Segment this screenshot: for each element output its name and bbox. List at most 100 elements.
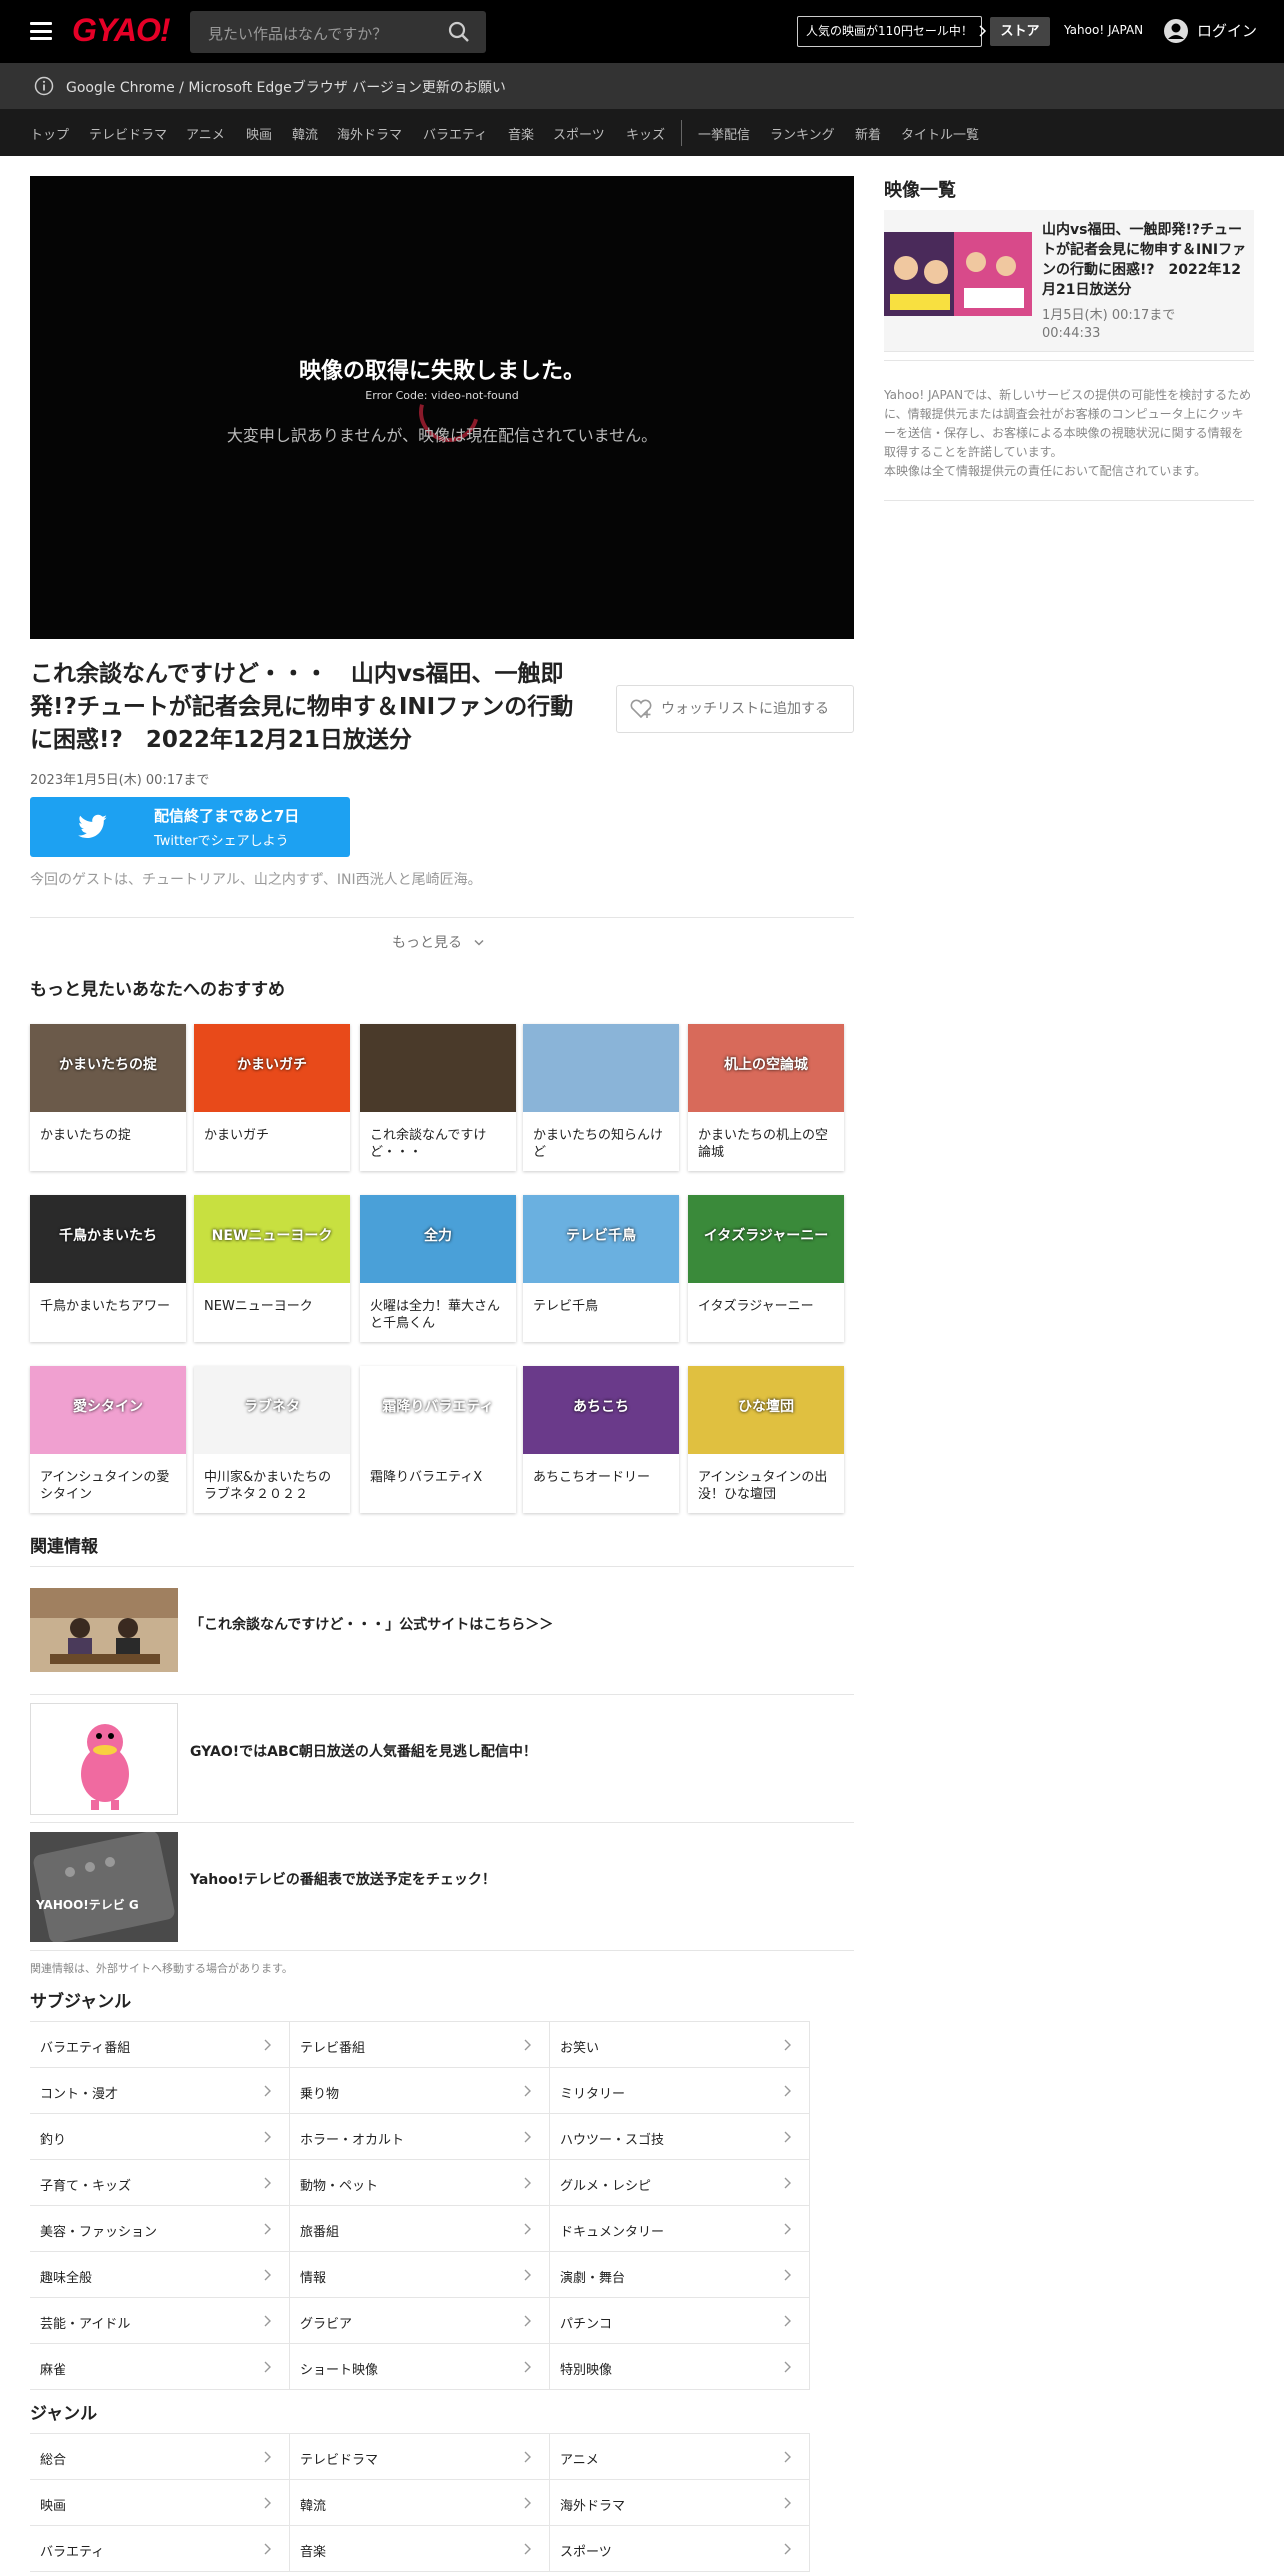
genre-link[interactable]: 映画	[30, 2480, 290, 2526]
subgenre-link[interactable]: ハウツー・スゴ技	[550, 2114, 810, 2160]
genre-link[interactable]: 海外ドラマ	[550, 2480, 810, 2526]
nav-anime[interactable]: アニメ	[186, 124, 225, 143]
chevron-right-icon	[524, 2131, 531, 2143]
search-input[interactable]: 見たい作品はなんですか？	[208, 23, 387, 44]
nav-music[interactable]: 音楽	[508, 124, 534, 143]
nav-top[interactable]: トップ	[30, 124, 69, 143]
store-button[interactable]: ストア	[990, 17, 1050, 46]
subgenre-link[interactable]: お笑い	[550, 2022, 810, 2068]
recommend-card[interactable]: かまいガチ かまいガチ	[194, 1024, 350, 1171]
recommend-card[interactable]: かまいたちの掟 かまいたちの掟	[30, 1024, 186, 1171]
genre-link[interactable]: テレビドラマ	[290, 2434, 550, 2480]
recommend-card[interactable]: 机上の空論城 かまいたちの机上の空論城	[688, 1024, 844, 1171]
chevron-right-icon	[524, 2085, 531, 2097]
subgenre-link[interactable]: 演劇・舞台	[550, 2252, 810, 2298]
yahoo-japan-link[interactable]: Yahoo! JAPAN	[1064, 23, 1143, 37]
recommend-card[interactable]: テレビ千鳥 テレビ千鳥	[523, 1195, 679, 1342]
recommend-thumb-text: テレビ千鳥	[566, 1228, 636, 1244]
genre-link[interactable]: 音楽	[290, 2526, 550, 2572]
related-thumb[interactable]	[30, 1588, 178, 1672]
subgenre-link[interactable]: ショート映像	[290, 2344, 550, 2390]
nav-binge[interactable]: 一挙配信	[698, 124, 750, 143]
subgenre-link[interactable]: 旅番組	[290, 2206, 550, 2252]
nav-sports[interactable]: スポーツ	[553, 124, 605, 143]
nav-tv-drama[interactable]: テレビドラマ	[89, 124, 167, 143]
recommend-thumb-text: ひな壇団	[738, 1399, 794, 1415]
search-box[interactable]: 見たい作品はなんですか？	[190, 11, 486, 53]
subgenre-link[interactable]: 美容・ファッション	[30, 2206, 290, 2252]
nav-overseas-drama[interactable]: 海外ドラマ	[337, 124, 402, 143]
subgenre-link[interactable]: パチンコ	[550, 2298, 810, 2344]
nav-new[interactable]: 新着	[855, 124, 881, 143]
subgenre-link[interactable]: ホラー・オカルト	[290, 2114, 550, 2160]
subgenre-link[interactable]: 動物・ペット	[290, 2160, 550, 2206]
recommend-card[interactable]: あちこち あちこちオードリー	[523, 1366, 679, 1513]
subgenre-link[interactable]: 趣味全般	[30, 2252, 290, 2298]
recommend-card[interactable]: これ余談なんですけど・・・	[360, 1024, 516, 1171]
sale-banner-link[interactable]: 人気の映画が110円セール中！	[797, 16, 982, 47]
nav-title-list[interactable]: タイトル一覧	[901, 124, 979, 143]
related-yahoo-tv-link[interactable]: Yahoo!テレビの番組表で放送予定をチェック！	[190, 1869, 496, 1889]
genre-link[interactable]: バラエティ	[30, 2526, 290, 2572]
add-watchlist-button[interactable]: ウォッチリストに追加する	[616, 685, 854, 733]
genre-link-label: アニメ	[560, 2453, 599, 2468]
recommend-card[interactable]: 全力 火曜は全力！華大さんと千鳥くん	[360, 1195, 516, 1342]
genre-row: バラエティ 音楽 スポーツ	[30, 2526, 810, 2572]
subgenre-link[interactable]: 麻雀	[30, 2344, 290, 2390]
recommend-card[interactable]: 愛シタイン アインシュタインの愛シタイン	[30, 1366, 186, 1513]
nav-kids[interactable]: キッズ	[626, 124, 665, 143]
episode-thumbnail-icon	[884, 232, 1032, 316]
notice-text: Google Chrome / Microsoft Edgeブラウザ バージョン…	[66, 80, 506, 96]
subgenre-link[interactable]: 乗り物	[290, 2068, 550, 2114]
menu-icon[interactable]	[30, 22, 52, 40]
related-abc-link[interactable]: GYAO!ではABC朝日放送の人気番組を見逃し配信中！	[190, 1741, 537, 1761]
subgenre-link[interactable]: バラエティ番組	[30, 2022, 290, 2068]
video-list-item[interactable]: 山内vs福田、一触即発!?チュートが記者会見に物申す＆INIファンの行動に困惑!…	[884, 210, 1254, 352]
recommend-card[interactable]: 霜降りバラエティ 霜降りバラエティX	[360, 1366, 516, 1513]
recommend-thumb-text: NEWニューヨーク	[211, 1228, 333, 1244]
subgenre-link[interactable]: 特別映像	[550, 2344, 810, 2390]
related-thumb[interactable]	[30, 1703, 178, 1815]
login-button[interactable]: ログイン	[1163, 18, 1257, 44]
subgenre-link[interactable]: ドキュメンタリー	[550, 2206, 810, 2252]
nav-ranking[interactable]: ランキング	[770, 124, 835, 143]
divider	[30, 917, 854, 918]
subgenre-link[interactable]: ミリタリー	[550, 2068, 810, 2114]
recommend-card[interactable]: NEWニューヨーク NEWニューヨーク	[194, 1195, 350, 1342]
gyao-logo[interactable]: GYAO!	[72, 12, 171, 49]
subgenre-link[interactable]: グルメ・レシピ	[550, 2160, 810, 2206]
subgenre-link[interactable]: コント・漫才	[30, 2068, 290, 2114]
genre-link[interactable]: アニメ	[550, 2434, 810, 2480]
subgenre-row: バラエティ番組 テレビ番組 お笑い	[30, 2022, 810, 2068]
recommend-card[interactable]: 千鳥かまいたち 千鳥かまいたちアワー	[30, 1195, 186, 1342]
subgenre-link[interactable]: 子育て・キッズ	[30, 2160, 290, 2206]
twitter-share-button[interactable]: 配信終了まであと7日 Twitterでシェアしよう	[30, 797, 350, 857]
chevron-right-icon	[264, 2315, 271, 2327]
recommend-card[interactable]: イタズラジャーニー イタズラジャーニー	[688, 1195, 844, 1342]
genre-link[interactable]: 韓流	[290, 2480, 550, 2526]
recommend-card[interactable]: ラブネタ 中川家&かまいたちのラブネタ２０２２	[194, 1366, 350, 1513]
subgenre-link[interactable]: 釣り	[30, 2114, 290, 2160]
browser-update-notice[interactable]: Google Chrome / Microsoft Edgeブラウザ バージョン…	[0, 63, 1284, 109]
genre-link[interactable]: 総合	[30, 2434, 290, 2480]
subgenre-link[interactable]: グラビア	[290, 2298, 550, 2344]
search-icon[interactable]	[448, 21, 470, 43]
genre-title: ジャンル	[30, 2404, 98, 2424]
nav-variety[interactable]: バラエティ	[423, 124, 487, 143]
related-note: 関連情報は、外部サイトへ移動する場合があります。	[30, 1962, 293, 1975]
video-player[interactable]: 映像の取得に失敗しました。 Error Code: video-not-foun…	[30, 176, 854, 639]
genre-link[interactable]: スポーツ	[550, 2526, 810, 2572]
show-more-button[interactable]: もっと見る	[392, 932, 484, 952]
related-official-site-link[interactable]: 「これ余談なんですけど・・・」公式サイトはこちら＞＞	[190, 1614, 553, 1634]
nav-movie[interactable]: 映画	[246, 124, 272, 143]
nav-korean[interactable]: 韓流	[292, 124, 318, 143]
subgenre-link[interactable]: 情報	[290, 2252, 550, 2298]
subgenre-link-label: 演劇・舞台	[560, 2271, 626, 2286]
recommend-card[interactable]: かまいたちの知らんけど	[523, 1024, 679, 1171]
genre-link-label: スポーツ	[560, 2545, 612, 2560]
recommend-card[interactable]: ひな壇団 アインシュタインの出没！ひな壇団	[688, 1366, 844, 1513]
subgenre-link[interactable]: 芸能・アイドル	[30, 2298, 290, 2344]
subgenre-link[interactable]: テレビ番組	[290, 2022, 550, 2068]
video-list-item-title: 山内vs福田、一触即発!?チュートが記者会見に物申す＆INIファンの行動に困惑!…	[1042, 222, 1247, 298]
related-thumb[interactable]: YAHOO!テレビ G	[30, 1832, 178, 1942]
